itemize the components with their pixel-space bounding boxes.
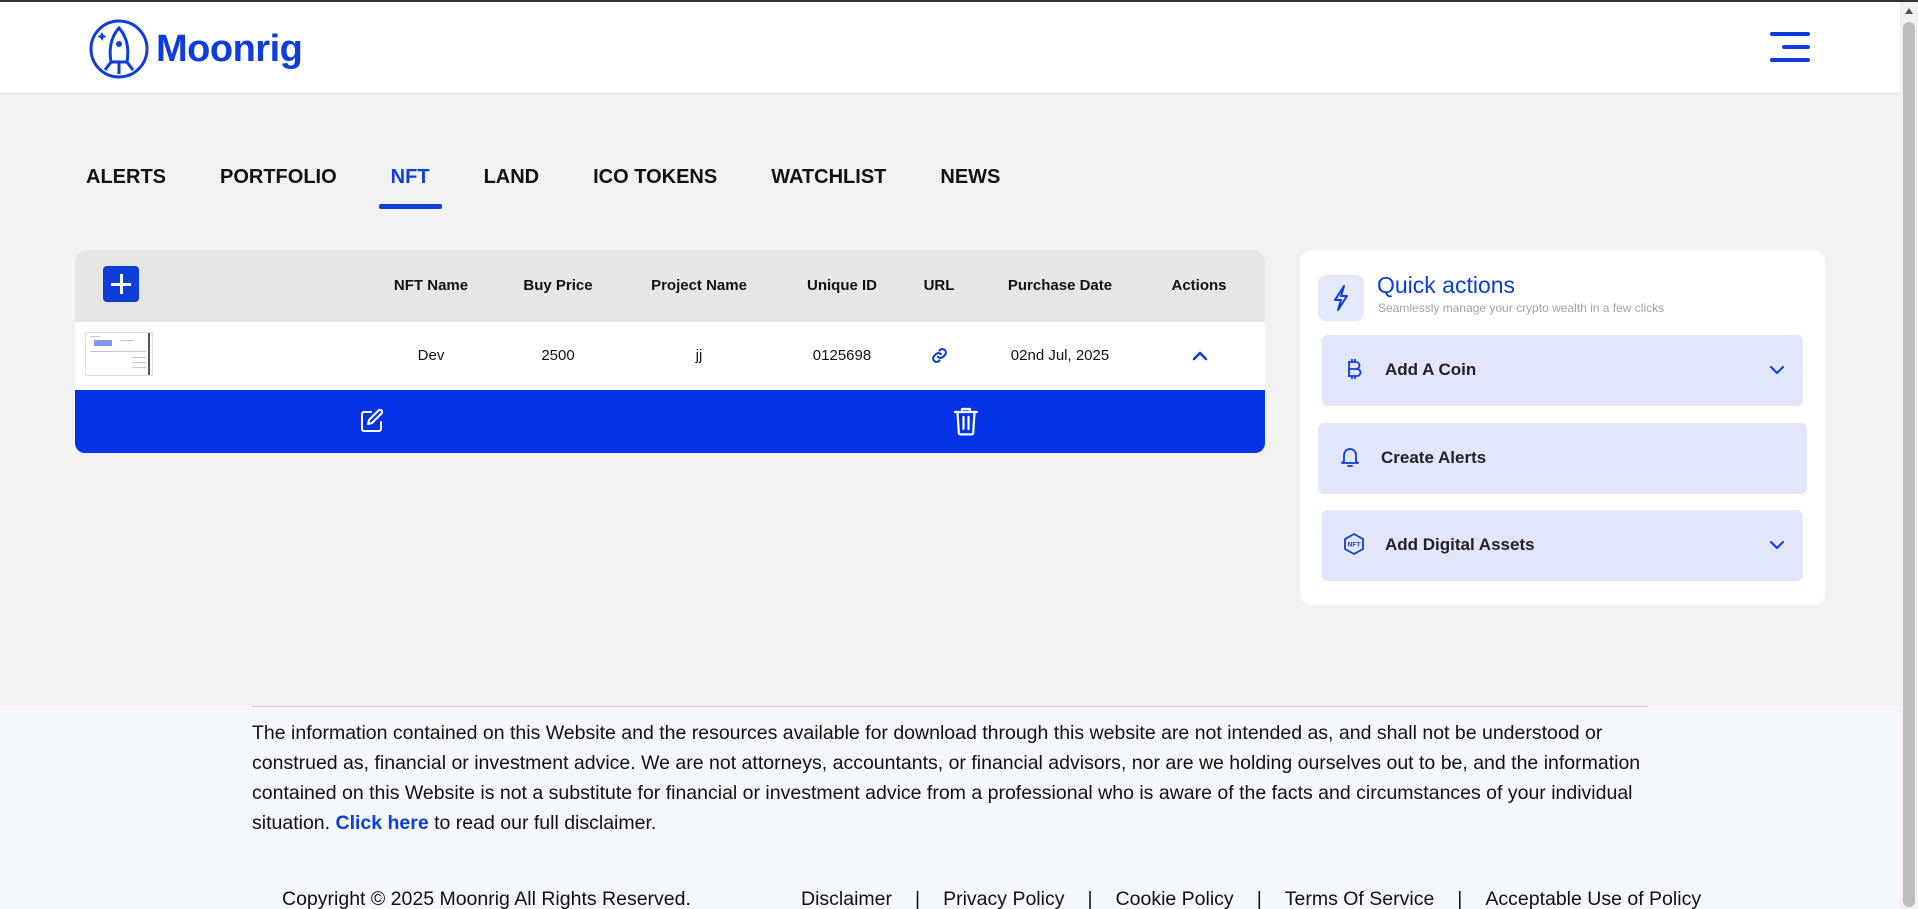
- table-header: NFT Name Buy Price Project Name Unique I…: [75, 250, 1265, 322]
- tab-land[interactable]: LAND: [472, 162, 552, 209]
- column-header-purchase-date: Purchase Date: [1007, 277, 1113, 294]
- footer-link-cookie-policy[interactable]: Cookie Policy: [1116, 888, 1234, 909]
- page-scrollbar[interactable]: [1900, 2, 1918, 909]
- edit-icon[interactable]: [359, 408, 385, 434]
- add-a-coin-label: Add A Coin: [1385, 360, 1477, 379]
- site-header: Moonrig: [0, 2, 1900, 94]
- svg-text:NFT: NFT: [1348, 542, 1361, 549]
- site-footer: The information contained on this Websit…: [0, 706, 1900, 909]
- tab-alerts[interactable]: ALERTS: [74, 162, 178, 209]
- quick-actions-subtitle: Seamlessly manage your crypto wealth in …: [1378, 301, 1665, 315]
- brand-logo[interactable]: Moonrig: [88, 18, 303, 80]
- footer-separator: |: [1457, 888, 1463, 909]
- scrollbar-thumb[interactable]: [1903, 22, 1915, 907]
- column-header-nft-name: NFT Name: [393, 277, 469, 294]
- link-icon[interactable]: [931, 347, 948, 364]
- create-alerts-label: Create Alerts: [1381, 448, 1487, 467]
- trash-icon[interactable]: [953, 406, 979, 436]
- column-header-buy-price: Buy Price: [523, 277, 593, 294]
- chevron-down-icon: [1770, 366, 1784, 374]
- tab-watchlist[interactable]: WATCHLIST: [759, 162, 898, 209]
- cell-purchase-date: 02nd Jul, 2025: [1010, 347, 1110, 364]
- tab-portfolio[interactable]: PORTFOLIO: [208, 162, 349, 209]
- hamburger-menu-icon[interactable]: [1770, 32, 1810, 64]
- footer-link-privacy-policy[interactable]: Privacy Policy: [943, 888, 1064, 909]
- nft-table: NFT Name Buy Price Project Name Unique I…: [75, 250, 1265, 453]
- disclaimer-link[interactable]: Click here: [335, 812, 428, 834]
- footer-separator: |: [1087, 888, 1093, 909]
- cell-buy-price: 2500: [541, 347, 575, 364]
- footer-links: Disclaimer | Privacy Policy | Cookie Pol…: [801, 888, 1701, 909]
- row-actions-bar: [75, 390, 1265, 453]
- chevron-up-icon[interactable]: [1192, 350, 1208, 361]
- footer-link-disclaimer[interactable]: Disclaimer: [801, 888, 892, 909]
- table-row: Dev 2500 jj 0125698 02nd Jul, 2025: [75, 322, 1265, 390]
- tab-nft[interactable]: NFT: [378, 162, 442, 209]
- create-alerts-button[interactable]: Create Alerts: [1318, 423, 1807, 494]
- footer-link-terms-of-service[interactable]: Terms Of Service: [1285, 888, 1435, 909]
- add-a-coin-button[interactable]: Add A Coin: [1322, 335, 1803, 406]
- quick-actions-title: Quick actions: [1377, 272, 1516, 298]
- column-header-actions: Actions: [1171, 277, 1227, 294]
- scroll-up-arrow-icon[interactable]: [1905, 8, 1913, 14]
- column-header-unique-id: Unique ID: [807, 277, 877, 294]
- footer-separator: |: [915, 888, 921, 909]
- cell-nft-name: Dev: [417, 347, 445, 364]
- tab-news[interactable]: NEWS: [928, 162, 1012, 209]
- disclaimer-text: The information contained on this Websit…: [252, 718, 1652, 838]
- nft-thumbnail[interactable]: [85, 332, 153, 376]
- nft-icon: NFT: [1344, 533, 1364, 555]
- bell-icon: [1341, 448, 1359, 467]
- chevron-down-icon: [1770, 541, 1784, 549]
- tab-ico-tokens[interactable]: ICO TOKENS: [581, 162, 729, 209]
- footer-link-acceptable-use[interactable]: Acceptable Use of Policy: [1485, 888, 1701, 909]
- column-header-project-name: Project Name: [651, 277, 747, 294]
- bitcoin-icon: [1348, 359, 1362, 379]
- quick-actions-card: Quick actions Seamlessly manage your cry…: [1300, 250, 1825, 605]
- moonrig-logo-icon: [89, 19, 149, 79]
- add-digital-assets-button[interactable]: NFT Add Digital Assets: [1322, 510, 1803, 581]
- asset-tabs: ALERTS PORTFOLIO NFT LAND ICO TOKENS WAT…: [74, 162, 1042, 209]
- column-header-url: URL: [923, 277, 955, 294]
- add-nft-button[interactable]: [103, 266, 139, 302]
- copyright-text: Copyright © 2025 Moonrig All Rights Rese…: [282, 888, 691, 909]
- footer-separator: |: [1256, 888, 1262, 909]
- disclaimer-tail: to read our full disclaimer.: [434, 812, 657, 834]
- cell-project-name: jj: [695, 347, 703, 364]
- brand-name: Moonrig: [156, 27, 303, 70]
- cell-unique-id: 0125698: [812, 347, 872, 364]
- lightning-icon: [1318, 275, 1364, 321]
- footer-divider: [252, 706, 1648, 707]
- add-digital-assets-label: Add Digital Assets: [1385, 535, 1535, 554]
